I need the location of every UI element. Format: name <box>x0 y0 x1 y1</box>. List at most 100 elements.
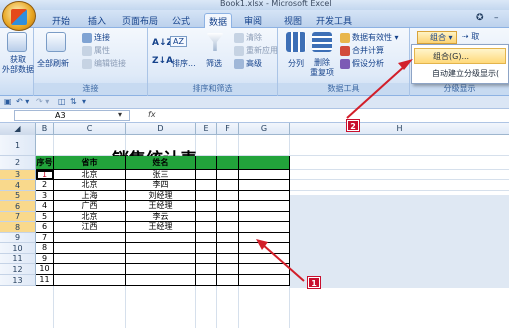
table-cell[interactable] <box>239 191 290 201</box>
table-cell[interactable] <box>54 233 126 243</box>
sort-desc-icon[interactable]: Z↓A <box>152 56 173 66</box>
table-header-cell[interactable]: 序号 <box>36 156 54 170</box>
table-cell[interactable] <box>196 222 217 233</box>
refresh-all-button[interactable]: 全部刷新 <box>37 58 69 69</box>
table-cell[interactable] <box>217 212 239 222</box>
row-header-2[interactable]: 2 <box>0 156 36 170</box>
tab-developer[interactable]: 开发工具 <box>312 13 356 28</box>
table-cell[interactable] <box>239 254 290 264</box>
table-header-cell[interactable]: 省市 <box>54 156 126 170</box>
tab-view[interactable]: 视图 <box>280 13 306 28</box>
table-cell[interactable]: 广西 <box>54 201 126 212</box>
table-cell[interactable]: 北京 <box>54 180 126 191</box>
table-cell[interactable] <box>239 243 290 254</box>
table-cell[interactable] <box>196 201 217 212</box>
name-box[interactable]: A3 <box>14 110 130 121</box>
redo-icon[interactable]: ↷ ▾ <box>36 97 49 106</box>
table-cell[interactable] <box>217 201 239 212</box>
table-cell[interactable] <box>126 254 196 264</box>
namebox-dropdown-icon[interactable]: ▾ <box>118 110 122 119</box>
table-cell[interactable]: 李云 <box>126 212 196 222</box>
row-header-6[interactable]: 6 <box>0 201 36 212</box>
table-cell[interactable]: 王经理 <box>126 222 196 233</box>
table-cell[interactable] <box>196 254 217 264</box>
table-cell[interactable] <box>239 201 290 212</box>
minimize-ribbon-icon[interactable]: – <box>494 13 499 23</box>
table-cell[interactable] <box>217 264 239 275</box>
group-menu-item[interactable]: 组合(G)... <box>414 48 506 64</box>
table-cell[interactable]: 7 <box>36 233 54 243</box>
table-cell[interactable] <box>217 191 239 201</box>
customize-qat-icon[interactable]: ▾ <box>82 97 86 106</box>
clear-filter-button[interactable]: 清除 <box>234 32 262 43</box>
select-all-corner[interactable]: ◢ <box>0 123 36 135</box>
row-header-5[interactable]: 5 <box>0 191 36 201</box>
col-header-g[interactable]: G <box>239 123 290 135</box>
tab-formulas[interactable]: 公式 <box>168 13 194 28</box>
table-cell[interactable]: 上海 <box>54 191 126 201</box>
table-cell[interactable] <box>217 233 239 243</box>
edit-links-button[interactable]: 编辑链接 <box>82 58 126 69</box>
row-header-11[interactable]: 11 <box>0 254 36 264</box>
table-cell[interactable]: 王经理 <box>126 201 196 212</box>
table-cell[interactable] <box>217 254 239 264</box>
table-cell[interactable] <box>239 233 290 243</box>
what-if-analysis-button[interactable]: 假设分析 <box>340 58 384 69</box>
advanced-filter-button[interactable]: 高级 <box>234 58 262 69</box>
fx-icon[interactable]: fx <box>148 110 156 119</box>
group-button[interactable]: 组合 ▾ <box>417 31 457 44</box>
reapply-button[interactable]: 重新应用 <box>234 45 278 56</box>
table-cell[interactable] <box>196 191 217 201</box>
table-cell[interactable]: 5 <box>36 212 54 222</box>
col-header-h[interactable]: H <box>290 123 509 135</box>
row-header-4[interactable]: 4 <box>0 180 36 191</box>
col-header-e[interactable]: E <box>196 123 217 135</box>
table-cell[interactable] <box>239 222 290 233</box>
table-cell[interactable]: 刘经理 <box>126 191 196 201</box>
table-header-empty[interactable] <box>239 156 290 170</box>
table-cell[interactable] <box>196 275 217 286</box>
filter-button[interactable]: 筛选 <box>206 58 222 69</box>
ungroup-button[interactable]: ⇢ 取 <box>462 31 479 42</box>
col-header-a[interactable]: B <box>36 123 54 135</box>
table-cell[interactable]: 李四 <box>126 180 196 191</box>
table-cell[interactable] <box>217 243 239 254</box>
table-header-empty[interactable] <box>217 156 239 170</box>
auto-outline-menu-item[interactable]: 自动建立分级显示( <box>414 66 506 82</box>
get-external-data-button[interactable]: 获取 外部数据 <box>2 55 34 75</box>
row-header-12[interactable]: 12 <box>0 264 36 275</box>
table-cell[interactable]: 2 <box>36 180 54 191</box>
table-cell[interactable]: 8 <box>36 243 54 254</box>
table-cell[interactable] <box>196 264 217 275</box>
table-header-empty[interactable] <box>196 156 217 170</box>
table-cell[interactable] <box>217 180 239 191</box>
tab-page-layout[interactable]: 页面布局 <box>118 13 162 28</box>
table-cell[interactable] <box>126 233 196 243</box>
tab-review[interactable]: 审阅 <box>240 13 266 28</box>
table-cell[interactable] <box>239 170 290 180</box>
sort-quick-icon[interactable]: ⇅ <box>70 97 77 106</box>
table-cell[interactable] <box>217 275 239 286</box>
print-preview-icon[interactable]: ◫ <box>58 97 66 106</box>
remove-duplicates-button[interactable]: 删除 重复项 <box>310 58 334 78</box>
connections-button[interactable]: 连接 <box>82 32 110 43</box>
save-icon[interactable]: ▣ <box>4 97 12 106</box>
col-header-d[interactable]: D <box>126 123 196 135</box>
consolidate-button[interactable]: 合并计算 <box>340 45 384 56</box>
table-cell[interactable] <box>54 254 126 264</box>
table-cell[interactable] <box>54 264 126 275</box>
properties-button[interactable]: 属性 <box>82 45 110 56</box>
row-header-13[interactable]: 13 <box>0 275 36 286</box>
sort-button[interactable]: 排序... <box>172 58 196 69</box>
table-cell[interactable] <box>239 264 290 275</box>
table-cell[interactable]: 6 <box>36 222 54 233</box>
table-cell[interactable]: 北京 <box>54 212 126 222</box>
undo-icon[interactable]: ↶ ▾ <box>16 97 29 106</box>
table-cell[interactable]: 4 <box>36 201 54 212</box>
table-cell[interactable] <box>196 243 217 254</box>
tab-home[interactable]: 开始 <box>48 13 74 28</box>
table-cell[interactable]: 10 <box>36 264 54 275</box>
table-cell[interactable] <box>217 170 239 180</box>
table-cell[interactable] <box>239 212 290 222</box>
table-cell[interactable]: 3 <box>36 191 54 201</box>
